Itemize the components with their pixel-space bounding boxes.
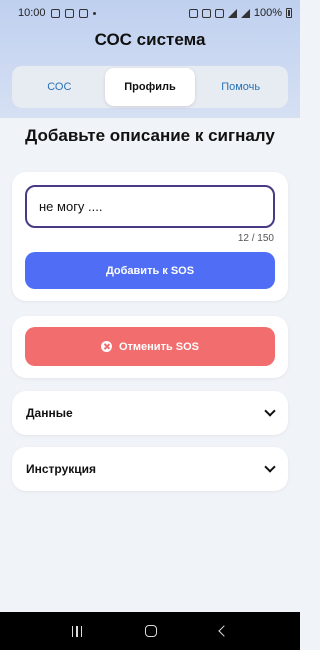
description-card: не могу .... 12 / 150 Добавить к SOS [12, 172, 288, 301]
chat-icon [64, 8, 74, 18]
system-nav-bar [0, 612, 300, 650]
home-icon[interactable] [145, 625, 158, 637]
key-icon [188, 8, 198, 18]
status-bar: 10:00 100% [0, 0, 300, 26]
close-circle-icon [100, 341, 112, 352]
tab-profile[interactable]: Профиль [104, 68, 196, 106]
description-input[interactable]: не могу .... [25, 185, 275, 228]
check-icon [78, 8, 88, 18]
accordion-instructions-label: Инструкция [26, 462, 97, 476]
wifi-icon [227, 8, 237, 18]
dot-icon [92, 11, 96, 15]
battery-icon [286, 8, 292, 18]
accordion-data-label: Данные [26, 406, 73, 420]
tab-bar: СОС Профиль Помочь [12, 66, 288, 108]
page-title: Добавьте описание к сигналу [25, 126, 275, 145]
image-icon [50, 8, 60, 18]
volte-icon [214, 8, 224, 18]
signal-icon [240, 8, 250, 18]
cancel-sos-button[interactable]: Отменить SOS [25, 327, 275, 366]
battery-percent: 100% [253, 7, 282, 19]
chevron-down-icon [264, 461, 276, 473]
cancel-card: Отменить SOS [12, 316, 288, 378]
clock: 10:00 [18, 7, 46, 19]
tab-sos[interactable]: СОС [14, 68, 105, 106]
recents-icon[interactable] [71, 625, 83, 637]
back-icon[interactable] [218, 625, 231, 637]
accordion-instructions[interactable]: Инструкция [12, 447, 288, 491]
cancel-sos-label: Отменить SOS [118, 340, 200, 353]
tab-help[interactable]: Помочь [195, 68, 286, 106]
sim-icon [201, 8, 211, 18]
accordion-data[interactable]: Данные [12, 391, 288, 435]
add-to-sos-button[interactable]: Добавить к SOS [25, 252, 275, 289]
character-counter: 12 / 150 [237, 233, 274, 244]
chevron-down-icon [264, 405, 276, 417]
app-title: СОС система [94, 30, 206, 49]
